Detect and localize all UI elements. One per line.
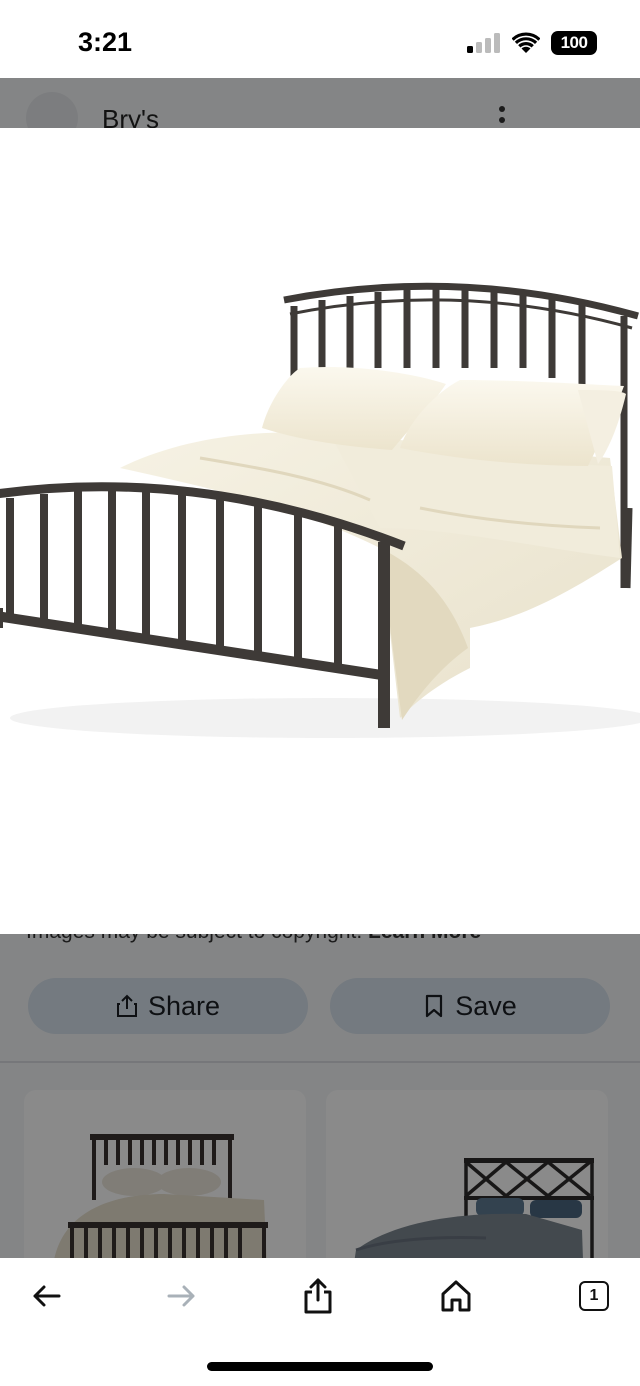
forward-button[interactable]	[162, 1276, 202, 1316]
image-viewer[interactable]	[0, 128, 640, 934]
back-button[interactable]	[26, 1276, 66, 1316]
tab-count: 1	[579, 1281, 609, 1311]
forward-arrow-icon	[167, 1285, 195, 1307]
home-indicator[interactable]	[207, 1362, 433, 1371]
back-arrow-icon	[33, 1285, 61, 1307]
status-bar: 3:21 100	[0, 0, 640, 78]
home-button[interactable]	[436, 1276, 476, 1316]
share-icon	[304, 1278, 332, 1314]
browser-share-button[interactable]	[298, 1276, 338, 1316]
wifi-icon	[512, 32, 540, 53]
status-time: 3:21	[78, 27, 133, 57]
bed-frame-image	[0, 282, 640, 738]
tabs-button[interactable]: 1	[574, 1276, 614, 1316]
cellular-signal-icon	[467, 33, 500, 53]
browser-toolbar: 1	[0, 1258, 640, 1386]
home-icon	[441, 1280, 471, 1312]
battery-indicator: 100	[551, 31, 597, 55]
